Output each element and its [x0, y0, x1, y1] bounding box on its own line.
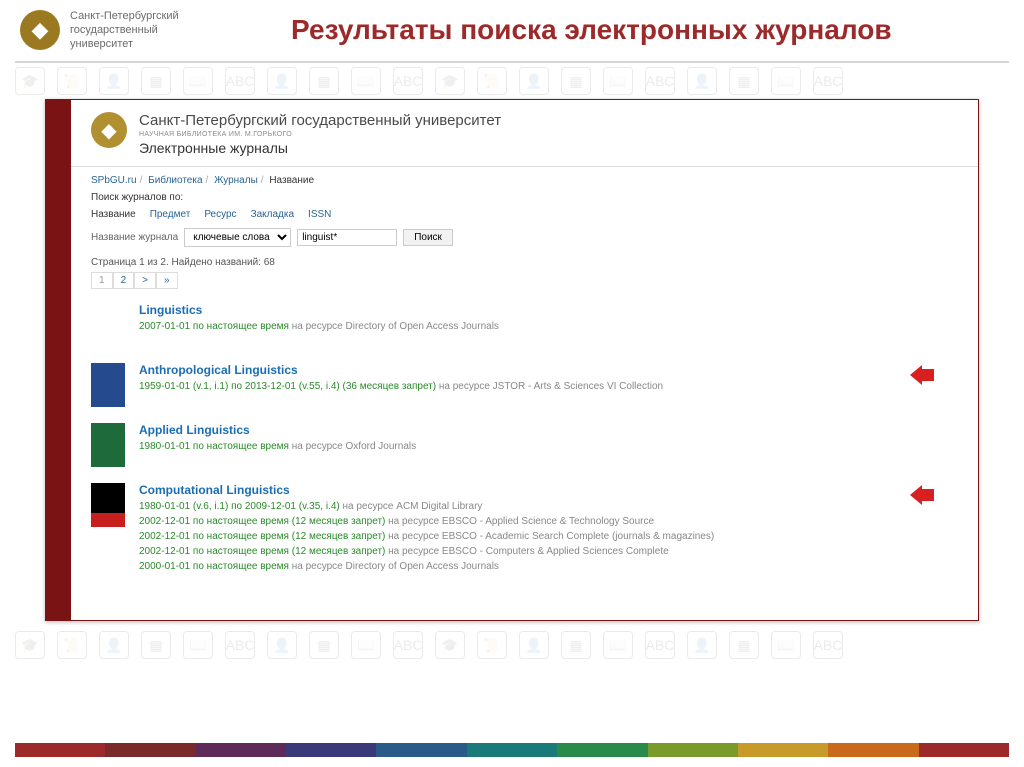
coverage-link[interactable]: 2002-12-01 по настоящее время (12 месяце…	[139, 531, 385, 542]
coverage-resource: на ресурсе EBSCO - Academic Search Compl…	[385, 531, 714, 542]
result-title-link[interactable]: Computational Linguistics	[139, 483, 958, 497]
result-coverage-line: 2007-01-01 по настоящее время на ресурсе…	[139, 319, 958, 334]
callout-arrow-icon	[910, 485, 934, 505]
section-name: Электронные журналы	[139, 140, 501, 156]
coverage-resource: на ресурсе Directory of Open Access Jour…	[289, 561, 499, 572]
result-coverage-line: 2002-12-01 по настоящее время (12 месяце…	[139, 544, 958, 559]
footer-segment	[376, 743, 466, 757]
page-2[interactable]: 2	[113, 272, 135, 289]
library-name: НАУЧНАЯ БИБЛИОТЕКА ИМ. М.ГОРЬКОГО	[139, 131, 501, 138]
result-coverage-line: 2000-01-01 по настоящее время на ресурсе…	[139, 559, 958, 574]
page-last[interactable]: »	[156, 272, 178, 289]
result-row: Linguistics 2007-01-01 по настоящее время…	[91, 297, 958, 357]
crumb-1[interactable]: Библиотека	[148, 175, 202, 186]
uni-line-2: государственный	[70, 24, 179, 38]
coverage-resource: на ресурсе ACM Digital Library	[340, 501, 483, 512]
search-input[interactable]	[297, 229, 397, 246]
search-heading: Поиск журналов по:	[91, 192, 958, 203]
background-icon-strip: 🎓📜👤▦📖ABC👤▦📖ABC🎓📜👤▦📖ABC👤▦📖ABC	[0, 63, 1024, 99]
search-button[interactable]: Поиск	[403, 229, 453, 246]
footer-segment	[15, 743, 105, 757]
tab-name[interactable]: Название	[91, 209, 136, 220]
journal-cover-thumb	[91, 363, 125, 407]
crumb-2[interactable]: Журналы	[214, 175, 258, 186]
result-row: Computational Linguistics 1980-01-01 (v.6…	[91, 477, 958, 584]
coverage-link[interactable]: 1959-01-01 (v.1, i.1) по 2013-12-01 (v.5…	[139, 381, 436, 392]
result-title-link[interactable]: Applied Linguistics	[139, 423, 958, 437]
page-1[interactable]: 1	[91, 272, 113, 289]
coverage-link[interactable]: 2007-01-01 по настоящее время	[139, 321, 289, 332]
coverage-link[interactable]: 2002-12-01 по настоящее время (12 месяце…	[139, 546, 385, 557]
result-coverage-line: 2002-12-01 по настоящее время (12 месяце…	[139, 514, 958, 529]
tab-bookmark[interactable]: Закладка	[251, 209, 294, 220]
result-title-link[interactable]: Linguistics	[139, 303, 958, 317]
screenshot-frame: ◆ Санкт-Петербургский государственный ун…	[45, 99, 979, 621]
site-name: Санкт-Петербургский государственный унив…	[139, 112, 501, 129]
journal-cover-thumb	[91, 483, 125, 527]
coverage-resource: на ресурсе EBSCO - Computers & Applied S…	[385, 546, 668, 557]
footer-segment	[738, 743, 828, 757]
result-coverage-line: 2002-12-01 по настоящее время (12 месяце…	[139, 529, 958, 544]
slide-title: Результаты поиска электронных журналов	[179, 10, 1004, 47]
footer-segment	[286, 743, 376, 757]
results-list: Linguistics 2007-01-01 по настоящее время…	[91, 297, 958, 584]
footer-segment	[828, 743, 918, 757]
background-icon-strip-lower: 🎓📜👤▦📖ABC👤▦📖ABC🎓📜👤▦📖ABC👤▦📖ABC	[0, 627, 1024, 663]
search-row: Название журнала ключевые слова Поиск	[91, 228, 958, 247]
uni-line-3: университет	[70, 38, 179, 52]
page-next[interactable]: >	[134, 272, 156, 289]
journal-cover-thumb	[91, 423, 125, 467]
university-name-block: Санкт-Петербургский государственный унив…	[70, 10, 179, 51]
result-coverage-line: 1959-01-01 (v.1, i.1) по 2013-12-01 (v.5…	[139, 379, 958, 394]
result-body: Computational Linguistics 1980-01-01 (v.6…	[139, 483, 958, 574]
coverage-link[interactable]: 1980-01-01 (v.6, i.1) по 2009-12-01 (v.3…	[139, 501, 340, 512]
site-header: ◆ Санкт-Петербургский государственный ун…	[71, 100, 978, 167]
university-emblem: ◆	[20, 10, 60, 50]
result-coverage-line: 1980-01-01 по настоящее время на ресурсе…	[139, 439, 958, 454]
result-coverage-line: 1980-01-01 (v.6, i.1) по 2009-12-01 (v.3…	[139, 499, 958, 514]
coverage-resource: на ресурсе EBSCO - Applied Science & Tec…	[385, 516, 654, 527]
coverage-resource: на ресурсе Directory of Open Access Jour…	[289, 321, 499, 332]
crumb-0[interactable]: SPbGU.ru	[91, 175, 137, 186]
footer-segment	[467, 743, 557, 757]
tab-subject[interactable]: Предмет	[150, 209, 191, 220]
callout-arrow-icon	[910, 365, 934, 385]
site-emblem: ◆	[91, 112, 127, 148]
search-mode-select[interactable]: ключевые слова	[184, 228, 291, 247]
footer-segment	[105, 743, 195, 757]
result-title-link[interactable]: Anthropological Linguistics	[139, 363, 958, 377]
tab-issn[interactable]: ISSN	[308, 209, 331, 220]
footer-segment	[196, 743, 286, 757]
webpage: ◆ Санкт-Петербургский государственный ун…	[71, 100, 978, 620]
footer-segment	[557, 743, 647, 757]
result-body: Linguistics 2007-01-01 по настоящее время…	[139, 303, 958, 334]
search-tabs: Название Предмет Ресурс Закладка ISSN	[91, 209, 958, 220]
result-body: Applied Linguistics 1980-01-01 по настоящ…	[139, 423, 958, 454]
slide-header: ◆ Санкт-Петербургский государственный ун…	[0, 0, 1024, 56]
coverage-link[interactable]: 2002-12-01 по настоящее время (12 месяце…	[139, 516, 385, 527]
content-area: SPbGU.ru/ Библиотека/ Журналы/ Название …	[71, 167, 978, 584]
crumb-3: Название	[269, 175, 314, 186]
tab-resource[interactable]: Ресурс	[204, 209, 236, 220]
coverage-link[interactable]: 2000-01-01 по настоящее время	[139, 561, 289, 572]
pager: 1 2 > »	[91, 272, 958, 289]
pagination-info: Страница 1 из 2. Найдено названий: 68	[91, 257, 958, 268]
journal-cover-thumb	[91, 303, 125, 347]
coverage-link[interactable]: 1980-01-01 по настоящее время	[139, 441, 289, 452]
result-row: Applied Linguistics 1980-01-01 по настоящ…	[91, 417, 958, 477]
breadcrumb: SPbGU.ru/ Библиотека/ Журналы/ Название	[91, 175, 958, 186]
uni-line-1: Санкт-Петербургский	[70, 10, 179, 24]
footer-color-bar	[15, 743, 1009, 757]
result-body: Anthropological Linguistics 1959-01-01 (v…	[139, 363, 958, 394]
coverage-resource: на ресурсе Oxford Journals	[289, 441, 416, 452]
footer-segment	[919, 743, 1009, 757]
result-row: Anthropological Linguistics 1959-01-01 (v…	[91, 357, 958, 417]
footer-segment	[648, 743, 738, 757]
coverage-resource: на ресурсе JSTOR - Arts & Sciences VI Co…	[436, 381, 663, 392]
search-field-label: Название журнала	[91, 232, 178, 243]
site-title-block: Санкт-Петербургский государственный унив…	[139, 112, 501, 156]
